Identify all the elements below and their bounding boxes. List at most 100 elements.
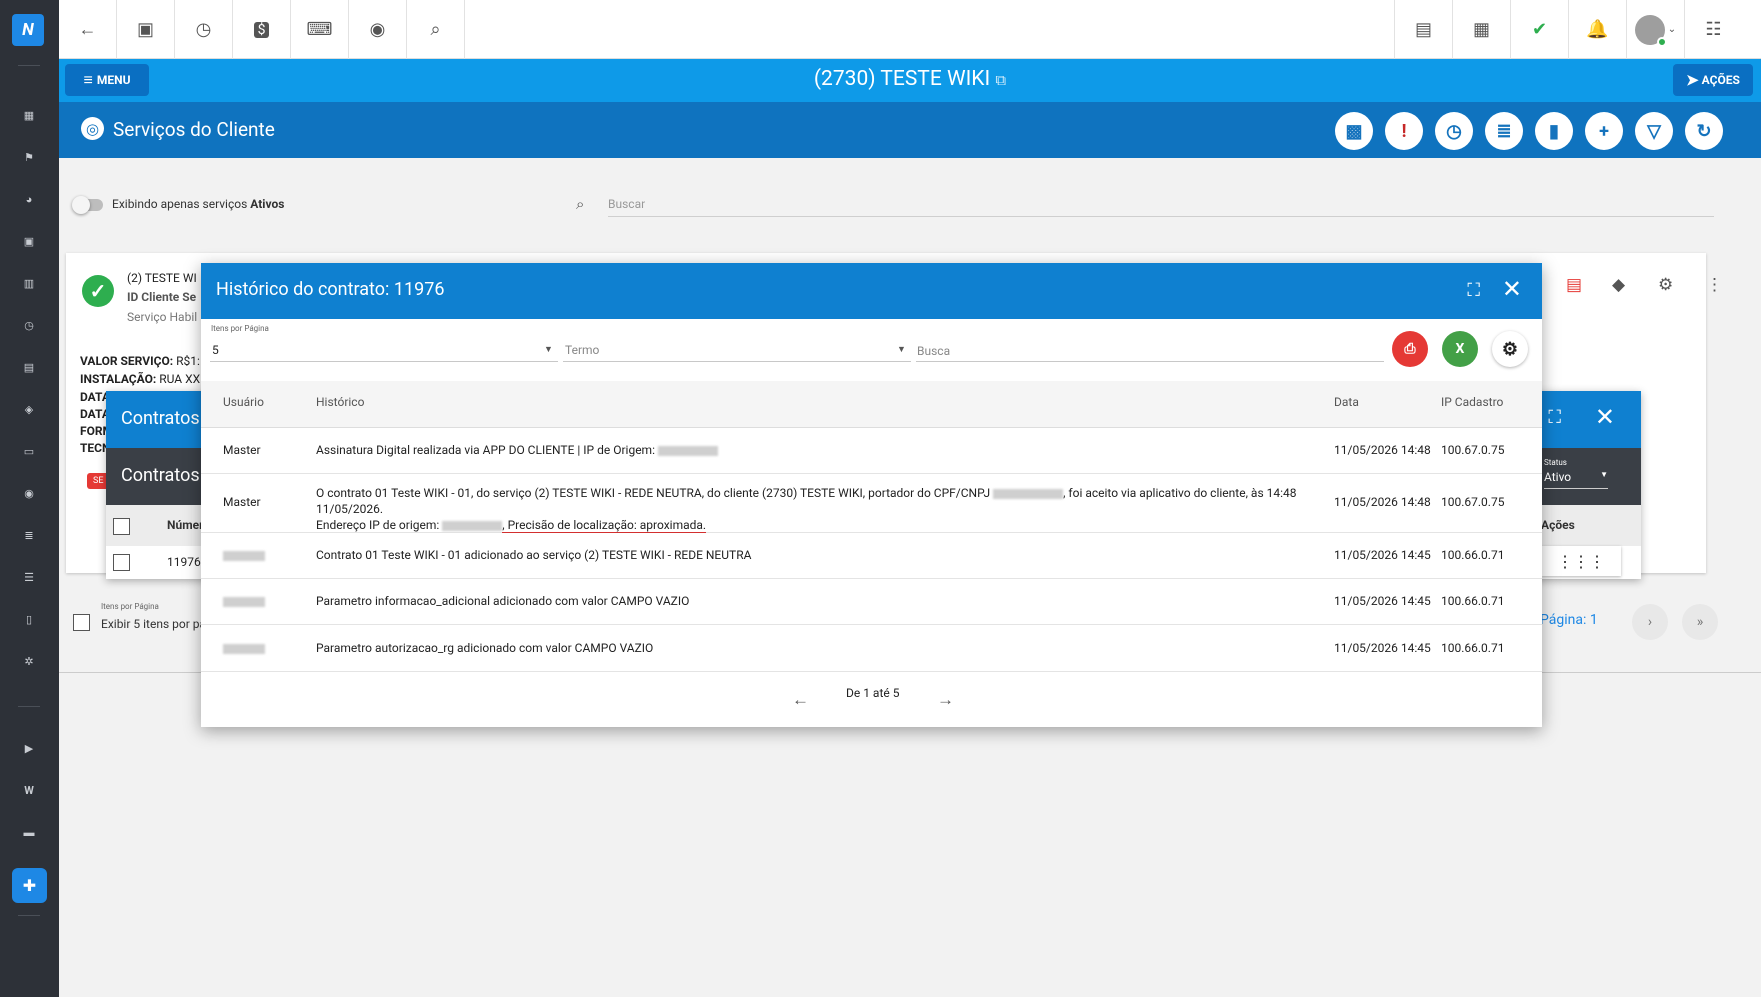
- grid-menu-icon[interactable]: ⋮⋮⋮: [1541, 546, 1621, 576]
- filter-icon[interactable]: ▽: [1635, 112, 1673, 150]
- client-bar: ≡ MENU (2730) TESTE WIKI ⧉ ➤ AÇÕES: [59, 59, 1761, 102]
- gear-icon[interactable]: ⚙: [1492, 331, 1528, 367]
- calendar-clock-icon[interactable]: ◷: [175, 0, 233, 59]
- col-usuario: Usuário: [223, 395, 264, 409]
- dollar-icon[interactable]: $: [233, 0, 291, 59]
- busca-input[interactable]: Busca: [917, 344, 950, 358]
- app-logo[interactable]: N: [12, 14, 44, 46]
- divider: [210, 361, 558, 362]
- wiki-icon[interactable]: W: [21, 782, 37, 798]
- youtube-icon[interactable]: ▶: [21, 740, 37, 756]
- row-historico: O contrato 01 Teste WIKI - 01, do serviç…: [316, 485, 1326, 534]
- termo-select[interactable]: Termo: [565, 343, 599, 357]
- excel-export-icon[interactable]: X: [1442, 331, 1478, 367]
- pdf-file-icon[interactable]: ▤: [1394, 0, 1452, 59]
- itens-select[interactable]: Exibir 5 itens por pá: [101, 617, 206, 631]
- server-icon[interactable]: ☰: [21, 569, 37, 585]
- menu-list-icon[interactable]: ☷: [1684, 0, 1742, 59]
- divider: [18, 915, 40, 916]
- send-icon: ➤: [1686, 71, 1699, 89]
- check-shield-icon[interactable]: ✔: [1510, 0, 1568, 59]
- footer-checkbox[interactable]: [73, 614, 90, 631]
- row-data: 11/05/2026 14:48: [1334, 495, 1431, 509]
- select-all-checkbox[interactable]: [113, 518, 130, 535]
- map-pin-icon[interactable]: ⚑: [21, 149, 37, 165]
- search-icon[interactable]: ⌕: [407, 0, 465, 59]
- chat-icon[interactable]: ▬: [21, 824, 37, 840]
- refresh-icon[interactable]: ↻: [1685, 112, 1723, 150]
- close-icon[interactable]: ✕: [1502, 275, 1522, 303]
- service-status: Serviço Habil: [127, 310, 198, 324]
- briefcase-icon[interactable]: ▤: [21, 359, 37, 375]
- next-page-icon[interactable]: ›: [1632, 604, 1668, 640]
- row-historico: Contrato 01 Teste WIKI - 01 adicionado a…: [316, 548, 752, 562]
- contract-red-icon[interactable]: ▤: [1566, 275, 1582, 295]
- more-vert-icon[interactable]: ⋮: [1706, 275, 1723, 295]
- avatar[interactable]: ⌄: [1626, 0, 1684, 59]
- active-check-icon: ✓: [82, 275, 114, 307]
- cash-icon[interactable]: ▭: [21, 443, 37, 459]
- list-icon[interactable]: ≣: [1485, 112, 1523, 150]
- side-rail: N ▦ ⚑ ◕ ▣ ▥ ◷ ▤ ◈ ▭ ◉ ≣ ☰ ▯ ✲ ▶ W ▬ ✚: [0, 0, 59, 997]
- redacted-user: [223, 596, 265, 607]
- location-icon[interactable]: ◉: [21, 485, 37, 501]
- row-historico: Assinatura Digital realizada via APP DO …: [316, 443, 718, 457]
- fullscreen-icon[interactable]: ⛶: [1467, 280, 1480, 301]
- row-ip: 100.67.0.75: [1441, 495, 1505, 509]
- gift-icon[interactable]: ▩: [1335, 112, 1373, 150]
- copy-icon[interactable]: ⧉: [995, 71, 1006, 89]
- row-historico-part-d: , Precisão de localização: aproximada.: [502, 518, 707, 534]
- settings-icon[interactable]: ✲: [21, 653, 37, 669]
- tag-icon[interactable]: ◆: [1612, 275, 1625, 295]
- instalacao-label: INSTALAÇÃO:: [80, 372, 157, 386]
- contacts-icon[interactable]: ▣: [21, 233, 37, 249]
- eye-icon[interactable]: ◉: [349, 0, 407, 59]
- alert-bubble-icon[interactable]: !: [1385, 112, 1423, 150]
- pdf-export-icon[interactable]: ⎙: [1392, 331, 1428, 367]
- next-page-icon[interactable]: →: [937, 690, 954, 710]
- client-title: (2730) TESTE WIKI ⧉: [59, 67, 1761, 91]
- list-icon[interactable]: ≣: [21, 527, 37, 543]
- document-icon[interactable]: ▯: [21, 611, 37, 627]
- toggle-label: Exibindo apenas serviços Ativos: [112, 197, 284, 211]
- status-select[interactable]: Ativo ▼: [1544, 470, 1608, 489]
- globe-icon: ◎: [81, 117, 104, 140]
- terminal-icon[interactable]: ⌨: [291, 0, 349, 59]
- calendar-clock-icon[interactable]: ◷: [1435, 112, 1473, 150]
- back-arrow-icon[interactable]: ←: [59, 0, 117, 59]
- document-icon[interactable]: ▮: [1535, 112, 1573, 150]
- box-icon[interactable]: ◈: [21, 401, 37, 417]
- row-data: 11/05/2026 14:48: [1334, 443, 1431, 457]
- valor-value: R$1:: [176, 354, 200, 368]
- acoes-button[interactable]: ➤ AÇÕES: [1673, 64, 1753, 96]
- prev-page-icon[interactable]: ←: [792, 690, 809, 710]
- page-indicator: Página: 1: [1540, 612, 1598, 628]
- alarm-bell-icon[interactable]: 🔔: [1568, 0, 1626, 59]
- itens-por-pagina-select[interactable]: 5: [212, 343, 219, 357]
- search-input[interactable]: Buscar: [608, 191, 1714, 217]
- close-icon[interactable]: ✕: [1595, 403, 1615, 431]
- pie-chart-icon[interactable]: ◕: [21, 191, 37, 207]
- last-page-icon[interactable]: »: [1682, 604, 1718, 640]
- dashboard-icon[interactable]: ▦: [21, 107, 37, 123]
- row-ip: 100.66.0.71: [1441, 641, 1505, 655]
- redacted-user: [223, 643, 265, 654]
- calendar-gift-icon[interactable]: ▦: [1452, 0, 1510, 59]
- section-title: Serviços do Cliente: [113, 118, 275, 141]
- itens-por-pagina-label: Itens por Página: [211, 324, 269, 333]
- calendar-clock-icon[interactable]: ◷: [21, 317, 37, 333]
- row-numero: 11976: [167, 555, 201, 569]
- puzzle-icon[interactable]: ✚: [12, 868, 47, 903]
- table-row: Contrato 01 Teste WIKI - 01 adicionado a…: [201, 533, 1542, 579]
- dropdown-icon: ▼: [1600, 470, 1608, 479]
- plus-icon[interactable]: +: [1585, 112, 1623, 150]
- active-only-toggle[interactable]: [72, 196, 103, 214]
- redacted-user: [223, 550, 265, 561]
- gear-icon[interactable]: ⚙: [1658, 275, 1673, 295]
- row-data: 11/05/2026 14:45: [1334, 548, 1431, 562]
- fullscreen-icon[interactable]: ⛶: [1548, 407, 1561, 428]
- book-icon[interactable]: ▥: [21, 275, 37, 291]
- row-checkbox[interactable]: [113, 554, 130, 571]
- status-label: Status: [1544, 458, 1567, 467]
- contact-card-icon[interactable]: ▣: [117, 0, 175, 59]
